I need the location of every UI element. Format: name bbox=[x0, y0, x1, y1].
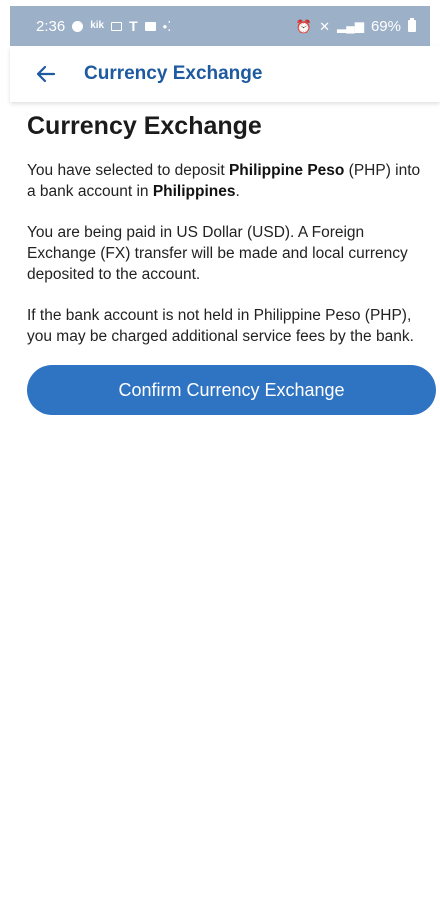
back-button[interactable] bbox=[32, 60, 60, 88]
t-mobile-icon: T bbox=[129, 18, 138, 34]
status-left: 2:36 kik T •⁚ bbox=[36, 18, 171, 35]
status-right: ⏰ ✕ ▂▄▆ 69% bbox=[296, 18, 416, 35]
deposit-info-text: You have selected to deposit Philippine … bbox=[27, 160, 436, 202]
deposit-info-post: . bbox=[235, 183, 240, 200]
battery-icon bbox=[408, 18, 416, 32]
fx-info-text: You are being paid in US Dollar (USD). A… bbox=[27, 224, 408, 283]
page-title: Currency Exchange bbox=[27, 112, 262, 140]
confirm-currency-exchange-button[interactable]: Confirm Currency Exchange bbox=[27, 365, 436, 415]
dots-icon: •⁚ bbox=[162, 18, 172, 34]
status-bar: 2:36 kik T •⁚ ⏰ ✕ ▂▄▆ 69% bbox=[10, 6, 430, 46]
app-bar-title: Currency Exchange bbox=[84, 63, 263, 84]
deposit-country: Philippines bbox=[152, 183, 236, 200]
mute-icon: ✕ bbox=[319, 18, 330, 34]
youtube-icon bbox=[144, 21, 156, 31]
gallery-icon bbox=[111, 21, 123, 31]
facebook-icon bbox=[72, 20, 84, 32]
app-bar: Currency Exchange bbox=[10, 46, 440, 102]
signal-icon: ▂▄▆ bbox=[337, 19, 364, 33]
kik-icon: kik bbox=[90, 20, 105, 31]
fees-info-text: If the bank account is not held in Phili… bbox=[27, 307, 414, 345]
deposit-info-pre: You have selected to deposit bbox=[27, 162, 229, 179]
alarm-icon: ⏰ bbox=[295, 18, 313, 34]
back-arrow-icon bbox=[36, 65, 56, 83]
deposit-currency: Philippine Peso bbox=[228, 162, 345, 179]
status-time: 2:36 bbox=[36, 17, 66, 35]
main-content: Currency Exchange You have selected to d… bbox=[10, 102, 440, 904]
battery-percent: 69% bbox=[370, 17, 401, 35]
